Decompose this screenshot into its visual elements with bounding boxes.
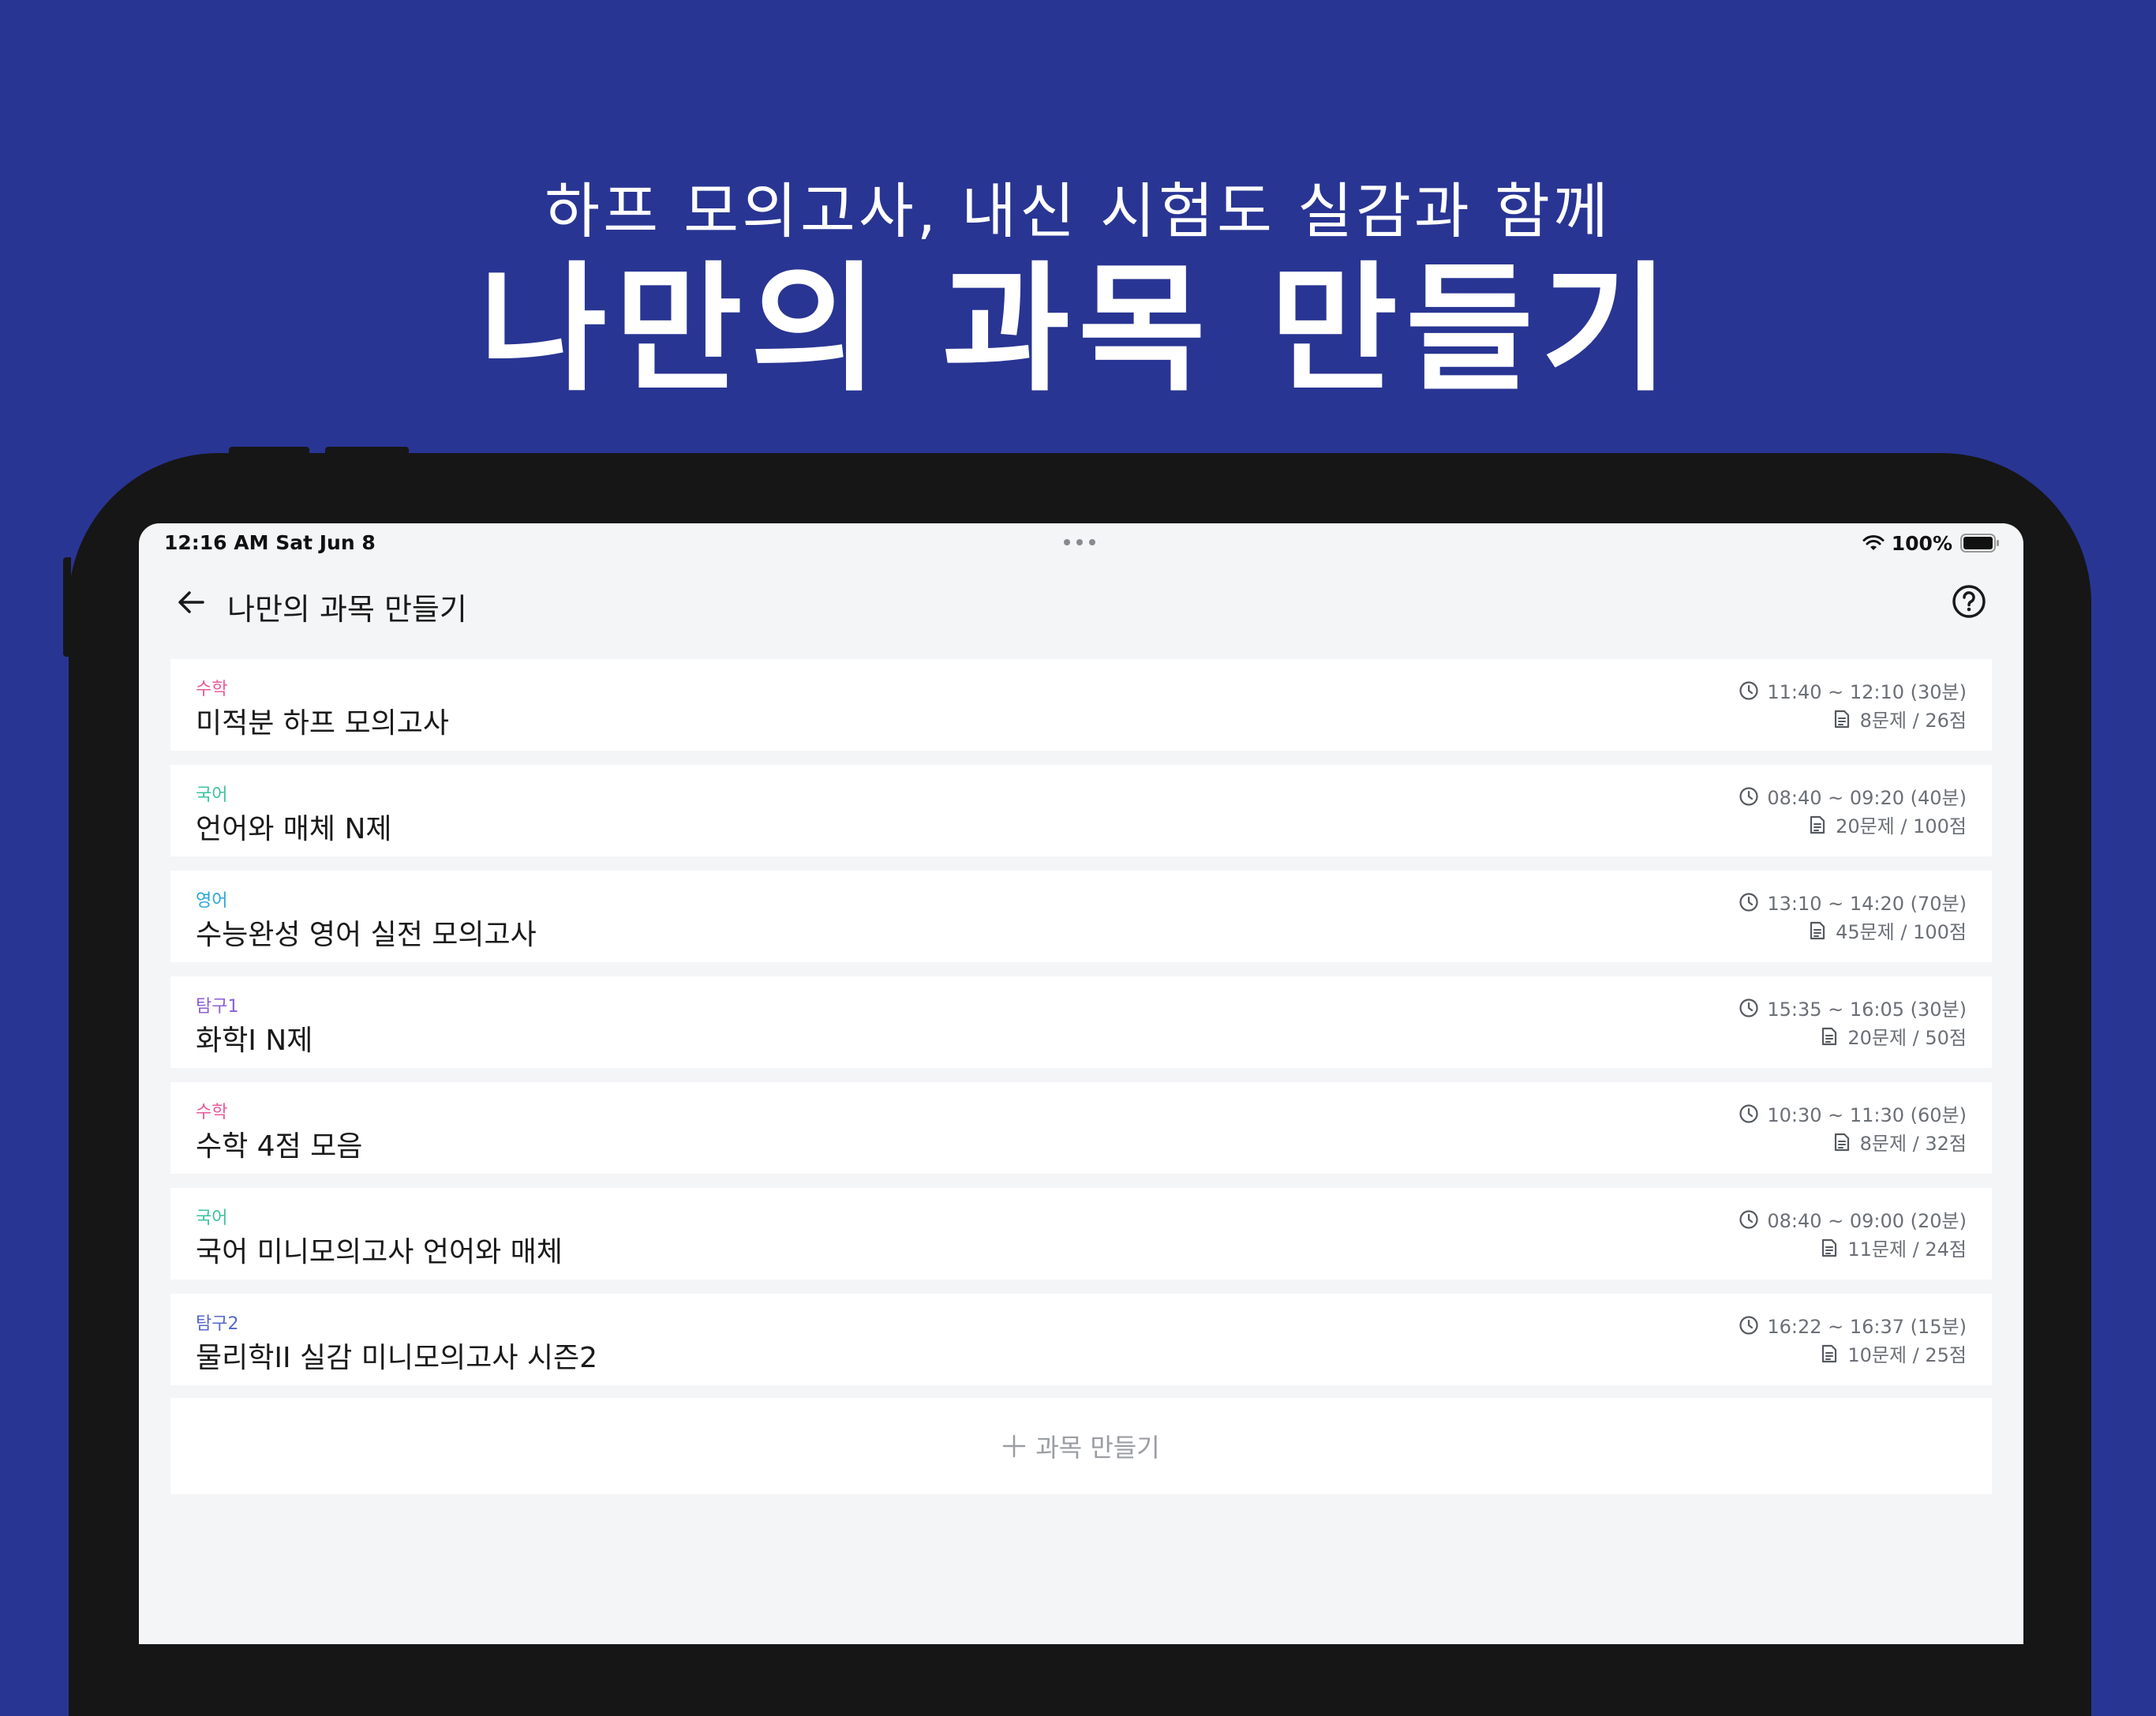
multitasking-dots-icon[interactable] — [1064, 539, 1099, 545]
add-subject-label: 과목 만들기 — [1035, 1433, 1160, 1463]
subject-questions: 20문제 / 50점 — [1819, 1022, 1967, 1050]
subject-name: 수학 4점 모음 — [196, 1130, 363, 1163]
subject-time: 08:40 ~ 09:20 (40분) — [1739, 782, 1967, 810]
document-icon — [1810, 921, 1825, 939]
subject-time: 15:35 ~ 16:05 (30분) — [1739, 994, 1967, 1021]
subject-time: 11:40 ~ 12:10 (30분) — [1739, 676, 1967, 704]
subject-time-text: 10:30 ~ 11:30 (60분) — [1767, 1104, 1967, 1126]
clock-icon — [1739, 1209, 1758, 1229]
status-bar: 12:16 AM Sat Jun 8 100% — [139, 523, 2023, 560]
subject-card[interactable]: 수학미적분 하프 모의고사 11:40 ~ 12:10 (30분) 8문제 / 26… — [170, 659, 1992, 751]
document-icon — [1822, 1344, 1837, 1362]
document-icon — [1810, 815, 1825, 834]
subject-questions-text: 20문제 / 50점 — [1847, 1027, 1967, 1049]
app-screen: 12:16 AM Sat Jun 8 100% 나만의 과목 만들기 수학 미적… — [139, 523, 2023, 1644]
plus-icon — [1003, 1434, 1026, 1458]
clock-icon — [1739, 1103, 1758, 1123]
arrow-left-icon — [178, 591, 204, 613]
subject-questions: 11문제 / 24점 — [1819, 1234, 1967, 1261]
page-title: 나만의 과목 만들기 — [227, 592, 467, 627]
subject-name: 화학I N제 — [196, 1025, 313, 1057]
add-subject-button[interactable]: 과목 만들기 — [170, 1398, 1992, 1494]
clock-icon — [1739, 680, 1758, 700]
clock-icon — [1739, 998, 1758, 1017]
subject-questions-text: 8문제 / 32점 — [1859, 1133, 1967, 1155]
subject-name: 수능완성 영어 실전 모의고사 — [196, 919, 537, 951]
subject-questions-text: 11문제 / 24점 — [1847, 1238, 1967, 1261]
clock-icon — [1739, 786, 1758, 806]
subject-card[interactable]: 국어언어와 매체 N제 08:40 ~ 09:20 (40분) 20문제 / 100… — [170, 765, 1992, 856]
subject-name: 물리학II 실감 미니모의고사 시즌2 — [196, 1342, 598, 1374]
wifi-icon — [1862, 535, 1885, 550]
subject-time-text: 11:40 ~ 12:10 (30분) — [1767, 681, 1967, 703]
navigation-bar: 나만의 과목 만들기 — [139, 560, 2023, 646]
subject-list: 수학 미적분 하프 모의고사 11:40 ~ 12:10 (30분) 8문제 / 26… — [170, 659, 1992, 1399]
status-indicators: 100% — [1862, 531, 2000, 555]
battery-percentage: 100% — [1891, 531, 1952, 555]
document-icon — [1834, 1133, 1849, 1151]
subject-questions: 8문제 / 32점 — [1832, 1128, 1967, 1156]
subject-category: 탐구2 — [196, 1314, 239, 1334]
status-time: 12:16 AM Sat Jun 8 — [164, 531, 376, 554]
subject-category: 영어 — [196, 891, 228, 911]
subject-questions-text: 10문제 / 25점 — [1847, 1344, 1967, 1366]
subject-category: 수학 — [196, 1103, 228, 1122]
subject-questions-text: 45문제 / 100점 — [1836, 921, 1967, 943]
subject-category: 수학 — [196, 680, 228, 699]
subject-time-text: 15:35 ~ 16:05 (30분) — [1767, 999, 1967, 1021]
subject-category: 국어 — [196, 785, 228, 805]
document-icon — [1822, 1027, 1837, 1045]
subject-questions: 10문제 / 25점 — [1819, 1339, 1967, 1367]
subject-time-text: 13:10 ~ 14:20 (70분) — [1767, 893, 1967, 915]
subject-questions-text: 8문제 / 26점 — [1859, 710, 1967, 732]
subject-questions: 45문제 / 100점 — [1807, 916, 1967, 944]
subject-category: 국어 — [196, 1208, 228, 1228]
subject-time-text: 16:22 ~ 16:37 (15분) — [1767, 1316, 1967, 1338]
subject-card[interactable]: 탐구2 물리학II 실감 미니모의고사 시즌2 16:22 ~ 16:37 (15분… — [170, 1294, 1992, 1385]
subject-card[interactable]: 국어국어 미니모의고사 언어와 매체 08:40 ~ 09:00 (20분) 11문… — [170, 1188, 1992, 1280]
back-button[interactable] — [167, 579, 215, 626]
subject-time: 13:10 ~ 14:20 (70분) — [1739, 888, 1967, 916]
subject-questions: 8문제 / 26점 — [1832, 705, 1967, 732]
subject-card[interactable]: 탐구1 화학I N제 15:35 ~ 16:05 (30분) 20문제 / 50점 — [170, 976, 1992, 1068]
subject-time-text: 08:40 ~ 09:00 (20분) — [1767, 1210, 1967, 1232]
subject-name: 미적분 하프 모의고사 — [196, 707, 449, 740]
battery-icon — [1960, 534, 1999, 553]
subject-time-text: 08:40 ~ 09:20 (40분) — [1767, 787, 1967, 809]
subject-questions: 20문제 / 100점 — [1807, 811, 1967, 838]
help-icon[interactable] — [1951, 583, 1987, 620]
subject-time: 16:22 ~ 16:37 (15분) — [1739, 1311, 1967, 1339]
subject-name: 언어와 매체 N제 — [196, 813, 392, 845]
subject-card[interactable]: 수학수학 4점 모음 10:30 ~ 11:30 (60분) 8문제 / 32점 — [170, 1082, 1992, 1174]
add-subject-inner: 과목 만들기 — [1002, 1428, 1160, 1464]
subject-category: 탐구1 — [196, 997, 239, 1017]
promo-subtitle: 하프 모의고사, 내신 시험도 실감과 함께 — [545, 176, 1611, 246]
subject-name: 국어 미니모의고사 언어와 매체 — [196, 1236, 563, 1268]
clock-icon — [1739, 892, 1758, 912]
promo-title: 나만의 과목 만들기 — [479, 249, 1677, 410]
subject-card[interactable]: 영어수능완성 영어 실전 모의고사 13:10 ~ 14:20 (70분) 45문제… — [170, 871, 1992, 962]
subject-questions-text: 20문제 / 100점 — [1836, 815, 1967, 837]
document-icon — [1822, 1238, 1837, 1257]
subject-time: 08:40 ~ 09:00 (20분) — [1739, 1205, 1967, 1233]
clock-icon — [1739, 1315, 1758, 1335]
document-icon — [1834, 710, 1849, 728]
subject-time: 10:30 ~ 11:30 (60분) — [1739, 1100, 1967, 1127]
